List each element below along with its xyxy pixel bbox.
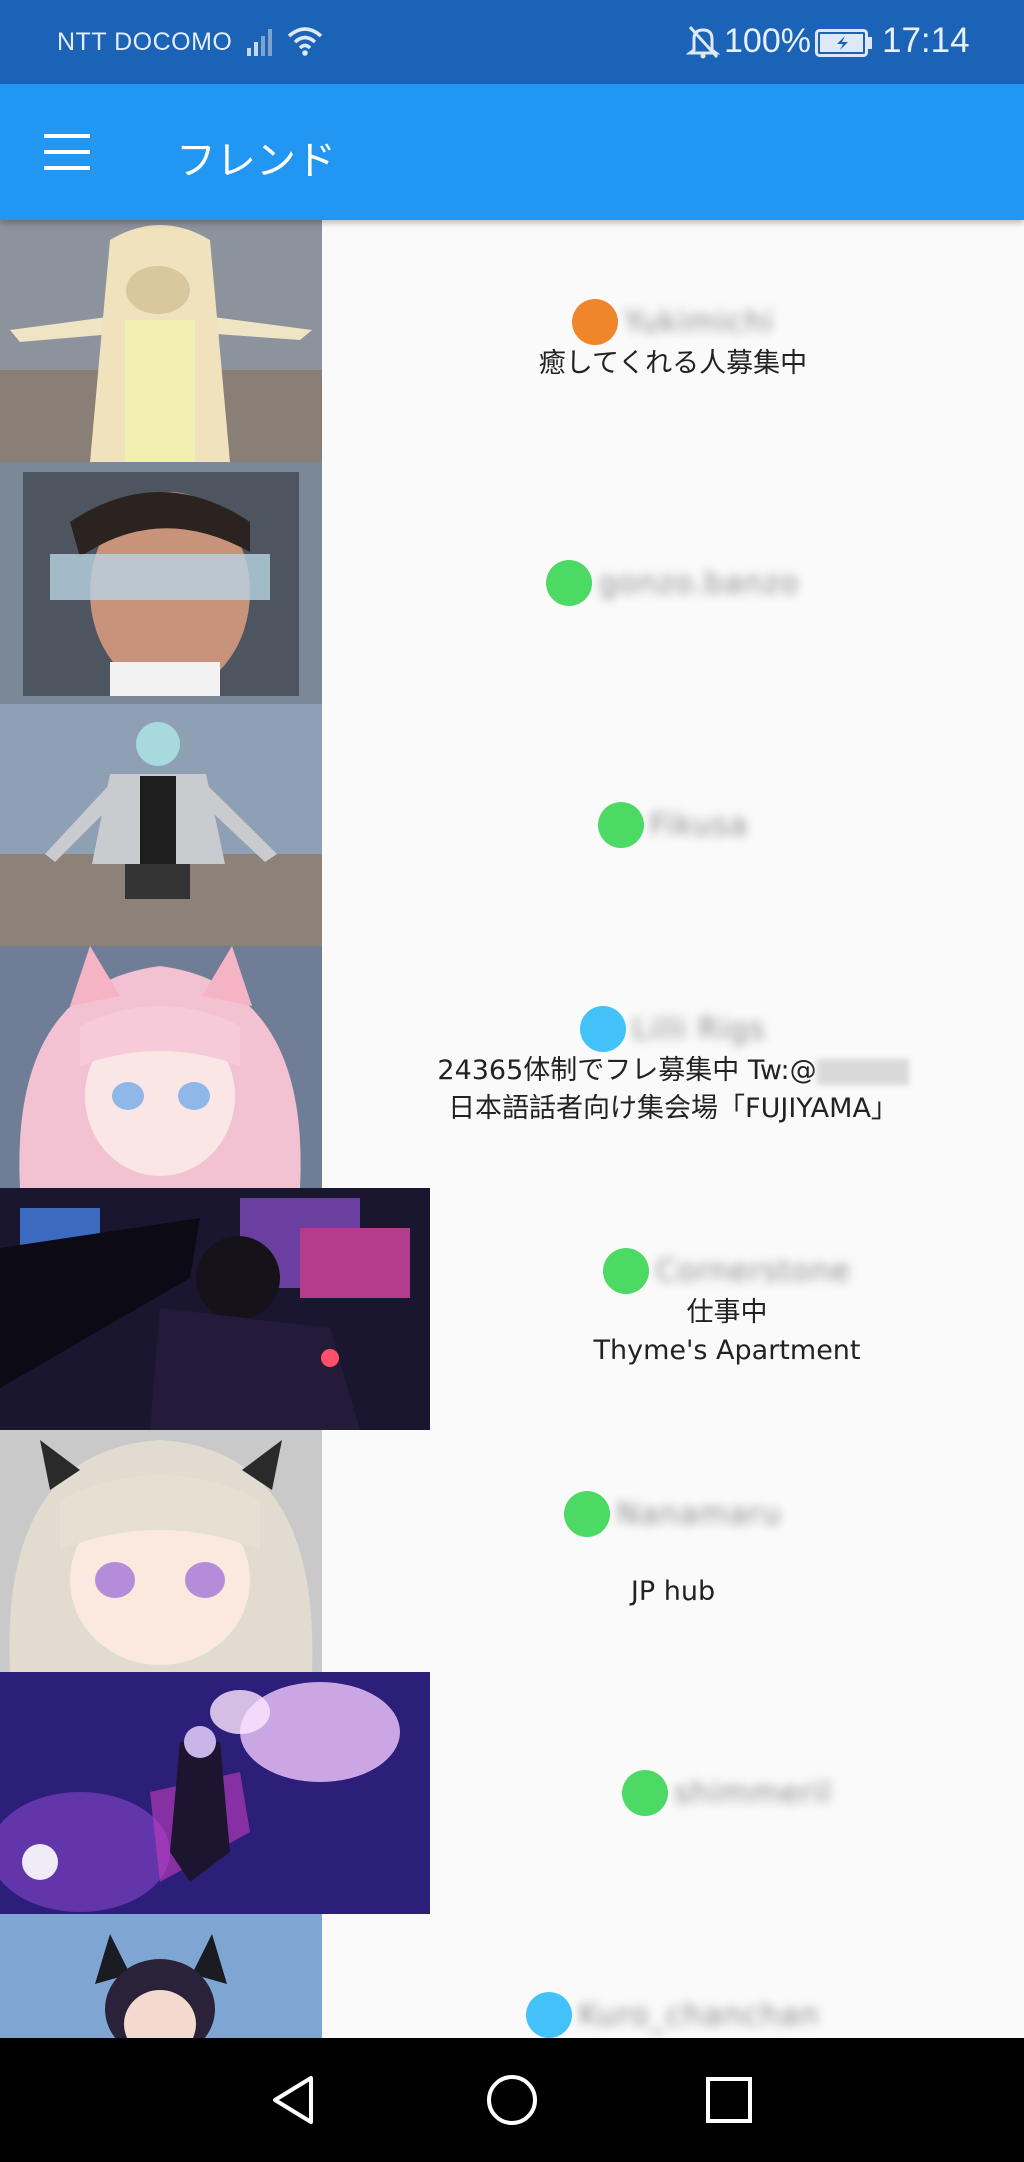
status-message: 癒してくれる人募集中 — [538, 348, 808, 379]
status-dot-icon — [603, 1248, 650, 1294]
status-message: 仕事中 — [686, 1297, 768, 1328]
status-message-text: 24365体制でフレ募集中 Tw:@ — [437, 1055, 817, 1086]
signal-icon — [247, 29, 272, 56]
friend-avatar — [0, 1430, 322, 1672]
status-bar: NTT DOCOMO 100% 17:14 — [0, 0, 1024, 84]
battery-icon — [815, 29, 872, 57]
page-title: フレンド — [176, 138, 336, 184]
friend-row[interactable]: Kuro_chanchan — [0, 1914, 1024, 2038]
status-dot-icon — [597, 802, 644, 848]
friend-avatar — [0, 704, 322, 946]
status-dot-icon — [571, 299, 618, 345]
friend-avatar — [0, 462, 322, 704]
friend-info: shimmeril — [430, 1672, 1024, 1914]
status-dot-icon — [526, 1992, 573, 2038]
friend-row[interactable]: Cornerstone 仕事中 Thyme's Apartment — [0, 1188, 1024, 1430]
app-bar: フレンド — [0, 84, 1024, 220]
battery-percentage: 100% — [724, 22, 811, 60]
friend-name: Kuro_chanchan — [578, 1997, 820, 2033]
friend-avatar — [0, 946, 322, 1188]
friend-name: Fikusa — [649, 807, 749, 843]
friend-row[interactable]: Fikusa — [0, 704, 1024, 946]
friend-info: Yukimichi 癒してくれる人募集中 — [322, 220, 1024, 462]
mute-icon — [686, 25, 720, 59]
status-message: 24365体制でフレ募集中 Tw:@ — [437, 1052, 909, 1090]
friend-name: shimmeril — [674, 1775, 832, 1811]
friend-name: Nanamaru — [616, 1496, 782, 1532]
friend-info: Fikusa — [322, 704, 1024, 946]
friend-name-line: Cornerstone — [603, 1248, 850, 1294]
friend-avatar — [0, 1672, 430, 1914]
friend-name: Lilli Rigs — [632, 1011, 766, 1047]
friend-avatar — [0, 1188, 430, 1430]
friend-name-line: Yukimichi — [571, 299, 774, 345]
back-triangle-icon[interactable] — [267, 2072, 323, 2128]
friend-info: Nanamaru JP hub — [322, 1430, 1024, 1672]
status-dot-icon — [622, 1770, 669, 1816]
friend-avatar — [0, 1914, 322, 2038]
friend-name-line: Fikusa — [597, 802, 749, 848]
friend-name-line: Lilli Rigs — [580, 1006, 765, 1052]
friend-row[interactable]: Yukimichi 癒してくれる人募集中 — [0, 220, 1024, 462]
clock: 17:14 — [882, 21, 970, 60]
hamburger-menu-icon[interactable] — [44, 134, 90, 170]
friend-name: gonzo.banzo — [598, 565, 800, 601]
friend-name-line: Kuro_chanchan — [526, 1992, 819, 2038]
wifi-icon — [287, 27, 323, 56]
friend-row[interactable]: Nanamaru JP hub — [0, 1430, 1024, 1672]
world-name: 日本語話者向け集会場「FUJIYAMA」 — [448, 1093, 898, 1124]
status-dot-icon — [580, 1006, 627, 1052]
friend-row[interactable]: shimmeril — [0, 1672, 1024, 1914]
friend-list[interactable]: Yukimichi 癒してくれる人募集中 gonzo.banzo Fikusa … — [0, 220, 1024, 2038]
status-dot-icon — [564, 1491, 611, 1537]
friend-name-line: gonzo.banzo — [546, 560, 799, 606]
friend-info: Cornerstone 仕事中 Thyme's Apartment — [430, 1188, 1024, 1430]
friend-name: Yukimichi — [623, 304, 774, 340]
friend-avatar — [0, 220, 322, 462]
friend-row[interactable]: gonzo.banzo — [0, 462, 1024, 704]
recents-square-icon[interactable] — [701, 2072, 757, 2128]
friend-name-line: Nanamaru — [564, 1491, 781, 1537]
friend-name-line: shimmeril — [622, 1770, 832, 1816]
friend-name: Cornerstone — [655, 1253, 851, 1289]
friend-row[interactable]: Lilli Rigs 24365体制でフレ募集中 Tw:@ 日本語話者向け集会場… — [0, 946, 1024, 1188]
home-circle-icon[interactable] — [484, 2072, 540, 2128]
friend-info: gonzo.banzo — [322, 462, 1024, 704]
status-dot-icon — [546, 560, 593, 606]
friend-info: Kuro_chanchan — [322, 1914, 1024, 2038]
carrier-label: NTT DOCOMO — [57, 28, 233, 56]
friend-info: Lilli Rigs 24365体制でフレ募集中 Tw:@ 日本語話者向け集会場… — [322, 946, 1024, 1188]
world-name: JP hub — [630, 1576, 716, 1607]
world-name: Thyme's Apartment — [593, 1335, 861, 1366]
navigation-bar — [0, 2038, 1024, 2162]
redacted-handle — [816, 1058, 909, 1085]
